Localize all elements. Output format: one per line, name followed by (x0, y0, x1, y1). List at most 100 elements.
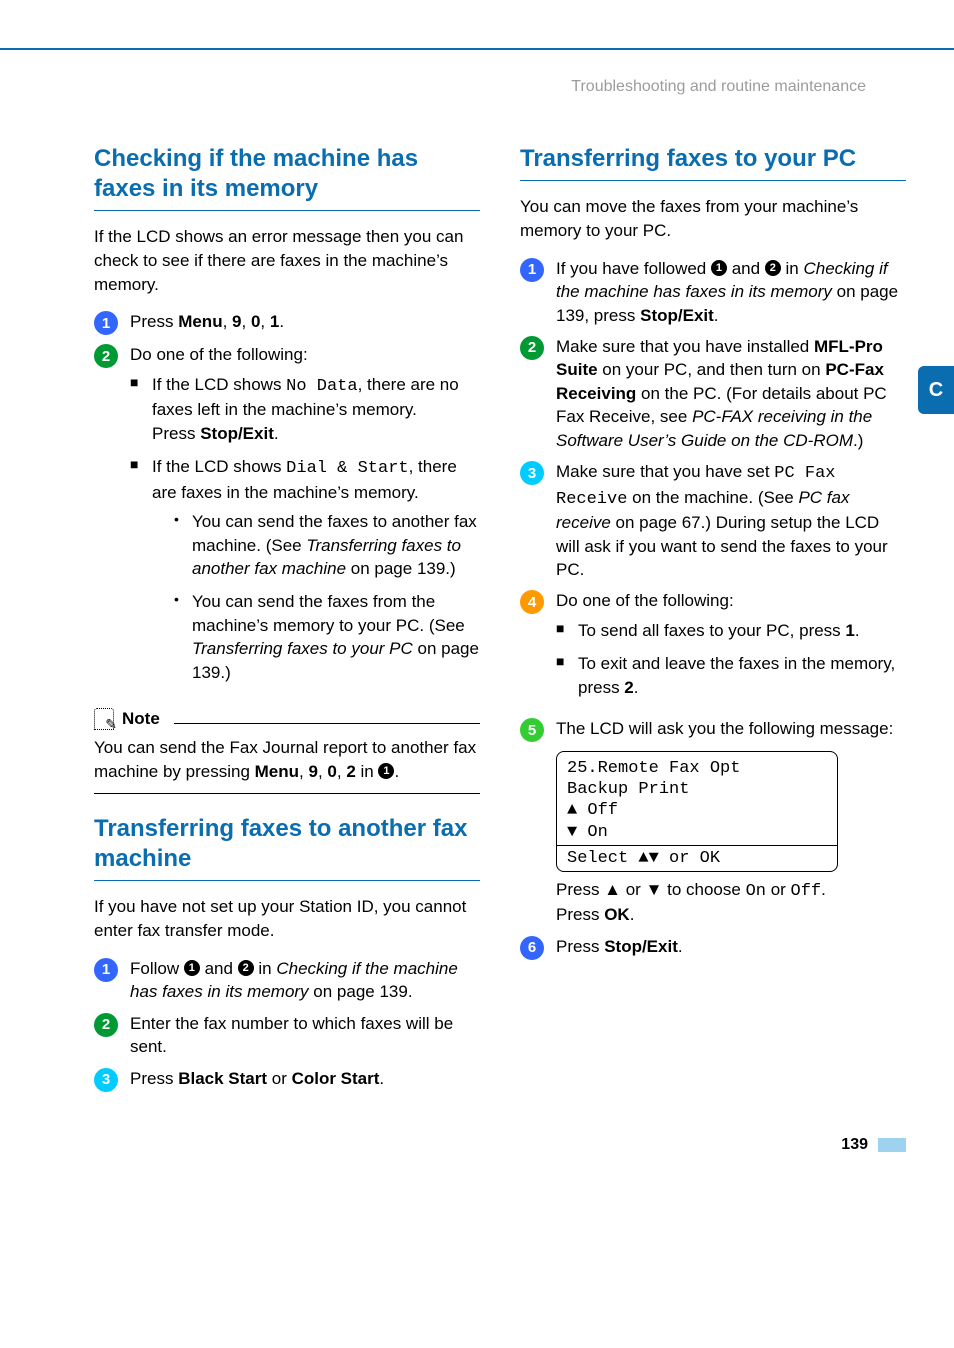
stop-exit-key: Stop/Exit (604, 937, 678, 956)
option-exit: To exit and leave the faxes in the memor… (556, 652, 906, 699)
xref: Transferring faxes to your PC (192, 639, 413, 658)
stop-exit-key: Stop/Exit (640, 306, 714, 325)
running-header: Troubleshooting and routine maintenance (0, 50, 954, 96)
step-badge-3: 3 (94, 1068, 118, 1092)
step-1: 1 Follow 1 and 2 in Checking if the mach… (94, 957, 480, 1004)
text: Press (152, 424, 200, 443)
step-1-body: If you have followed 1 and 2 in Checking… (556, 257, 906, 327)
step-badge-1: 1 (94, 958, 118, 982)
lcd-value: Off (791, 882, 822, 901)
text: . (634, 678, 639, 697)
step-2-body: Do one of the following: If the LCD show… (130, 343, 480, 694)
arrow-up-icon: ▲ (567, 801, 577, 820)
step-2: 2 Enter the fax number to which faxes wi… (94, 1012, 480, 1059)
sub-option-list: You can send the faxes to another fax ma… (174, 510, 480, 684)
option-list: To send all faxes to your PC, press 1. T… (556, 619, 906, 699)
right-column: Transferring faxes to your PC You can mo… (520, 144, 906, 1096)
step-badge-4: 4 (520, 590, 544, 614)
text: or (267, 1069, 292, 1088)
lcd-value: No Data (286, 377, 357, 396)
step-6: 6 Press Stop/Exit. (520, 935, 906, 960)
step-ref-1-icon: 1 (378, 763, 394, 779)
digit-1: 1 (845, 621, 854, 640)
step-3-body: Press Black Start or Color Start. (130, 1067, 480, 1090)
step-badge-5: 5 (520, 718, 544, 742)
text: in (254, 959, 277, 978)
ok-key: OK (604, 905, 630, 924)
note-rule-bottom (94, 793, 480, 794)
text: , (337, 762, 346, 781)
digit-2: 2 (346, 762, 355, 781)
section-heading: Transferring faxes to another fax machin… (94, 814, 480, 874)
text: If you have followed (556, 259, 711, 278)
text: , (260, 312, 269, 331)
step-4-body: Do one of the following: To send all fax… (556, 589, 906, 709)
digit-1: 1 (270, 312, 279, 331)
step-6-body: Press Stop/Exit. (556, 935, 906, 958)
option-send-all: To send all faxes to your PC, press 1. (556, 619, 906, 642)
step-ref-2-icon: 2 (765, 260, 781, 276)
text: Do one of the following: (130, 345, 308, 364)
note-title: Note (122, 709, 160, 729)
text: You can send the faxes from the machine’… (192, 592, 465, 634)
step-ref-2-icon: 2 (238, 960, 254, 976)
step-1: 1 If you have followed 1 and 2 in Checki… (520, 257, 906, 327)
text: The LCD will ask you the following messa… (556, 719, 893, 738)
lcd-line-4: ▼ On (567, 822, 827, 843)
step-5-body: The LCD will ask you the following messa… (556, 717, 906, 927)
step-2: 2 Do one of the following: If the LCD sh… (94, 343, 480, 694)
content-columns: Checking if the machine has faxes in its… (0, 96, 954, 1096)
step-3: 3 Press Black Start or Color Start. (94, 1067, 480, 1092)
note-body: You can send the Fax Journal report to a… (94, 730, 480, 793)
sub-option-send-fax: You can send the faxes to another fax ma… (174, 510, 480, 580)
side-tab: C (918, 366, 954, 414)
text: on page 139. (309, 982, 413, 1001)
text: and (727, 259, 765, 278)
section-rule (520, 180, 906, 181)
lcd-divider (557, 845, 837, 846)
digit-9: 9 (308, 762, 317, 781)
arrow-updown-icon: ▲▼ (638, 849, 658, 868)
text: on your PC, and then turn on (598, 360, 826, 379)
text: . (630, 905, 635, 924)
digit-9: 9 (232, 312, 241, 331)
section-rule (94, 880, 480, 881)
lcd-line-2: Backup Print (567, 779, 827, 800)
text: Make sure that you have installed (556, 337, 814, 356)
intro-paragraph: You can move the faxes from your machine… (520, 195, 906, 243)
menu-key: Menu (255, 762, 299, 781)
note-icon (94, 708, 114, 730)
step-badge-1: 1 (94, 311, 118, 335)
step-badge-2: 2 (94, 344, 118, 368)
page-accent (878, 1138, 906, 1152)
lcd-line-3: ▲ Off (567, 800, 827, 821)
step-2-body: Make sure that you have installed MFL-Pr… (556, 335, 906, 452)
text: Press (556, 905, 604, 924)
lcd-display: 25.Remote Fax Opt Backup Print ▲ Off ▼ O… (556, 751, 838, 872)
step-ref-1-icon: 1 (711, 260, 727, 276)
text: Press ▲ or ▼ to choose (556, 880, 746, 899)
black-start-key: Black Start (178, 1069, 267, 1088)
text: , (242, 312, 251, 331)
step-2-body: Enter the fax number to which faxes will… (130, 1012, 480, 1059)
step-1: 1 Press Menu, 9, 0, 1. (94, 310, 480, 335)
left-column: Checking if the machine has faxes in its… (94, 144, 480, 1096)
step-1-body: Press Menu, 9, 0, 1. (130, 310, 480, 333)
step-badge-1: 1 (520, 258, 544, 282)
digit-0: 0 (251, 312, 260, 331)
text: . (714, 306, 719, 325)
text: Press (130, 312, 178, 331)
color-start-key: Color Start (292, 1069, 380, 1088)
text: Follow (130, 959, 184, 978)
lcd-value: Dial & Start (286, 459, 408, 478)
step-2: 2 Make sure that you have installed MFL-… (520, 335, 906, 452)
digit-2: 2 (624, 678, 633, 697)
lcd-value: On (746, 882, 766, 901)
text: Press (556, 937, 604, 956)
text: . (678, 937, 683, 956)
note-block: Note You can send the Fax Journal report… (94, 708, 480, 794)
menu-key: Menu (178, 312, 222, 331)
stop-exit-key: Stop/Exit (200, 424, 274, 443)
text: Off (577, 801, 618, 820)
text: on the machine. (See (627, 488, 798, 507)
